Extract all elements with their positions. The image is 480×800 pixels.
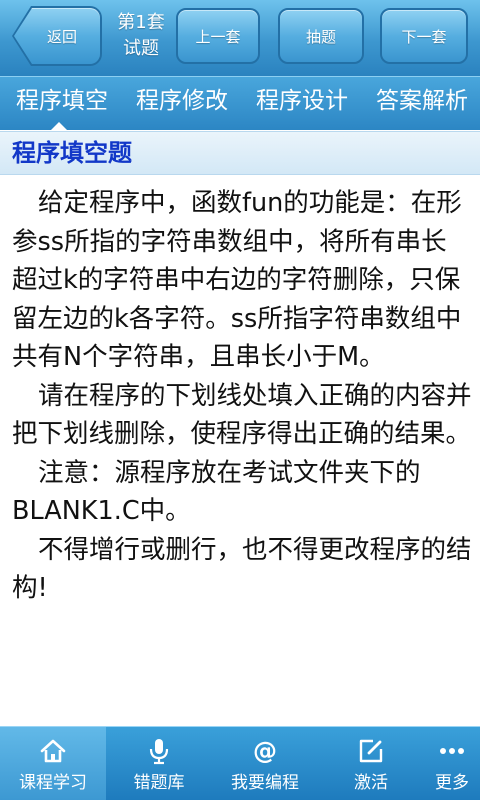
nav-course-study-label: 课程学习 [19,773,87,793]
nav-more[interactable]: 更多 [424,727,480,800]
bottom-navigation: 课程学习 错题库 @ 我要编程 激活 更多 [0,726,480,800]
nav-programming[interactable]: @ 我要编程 [212,727,318,800]
more-dots-icon [437,737,467,765]
home-icon [38,737,68,765]
next-set-button[interactable]: 下一套 [380,8,468,64]
svg-text:@: @ [253,737,277,765]
nav-more-label: 更多 [435,773,469,793]
tab-bar: 程序填空 程序修改 程序设计 答案解析 [0,76,480,130]
back-button[interactable]: 返回 [14,8,100,64]
previous-set-button[interactable]: 上一套 [176,8,260,64]
nav-activate-label: 激活 [354,773,388,793]
draw-question-button[interactable]: 抽题 [278,8,364,64]
question-set-number: 第1套 [117,12,165,33]
next-set-label: 下一套 [401,27,447,46]
question-content: 给定程序中，函数fun的功能是：在形参ss所指的字符串数组中，将所有串长超过k的… [12,184,472,714]
nav-activate[interactable]: 激活 [318,727,424,800]
tab-design-program[interactable]: 程序设计 [246,77,358,129]
question-paragraph: 请在程序的下划线处填入正确的内容并把下划线删除，使程序得出正确的结果。 [12,380,472,450]
previous-set-label: 上一套 [195,27,241,46]
tab-modify-program[interactable]: 程序修改 [126,77,238,129]
nav-wrong-questions[interactable]: 错题库 [106,727,212,800]
active-tab-indicator [50,122,68,131]
edit-icon [356,737,386,765]
back-button-label: 返回 [46,27,77,46]
nav-programming-label: 我要编程 [231,773,299,793]
nav-course-study[interactable]: 课程学习 [0,727,106,800]
top-toolbar: 返回 第1套 试题 上一套 抽题 下一套 [0,0,480,76]
section-header: 程序填空题 [0,131,480,175]
question-set-label: 第1套 试题 [106,8,176,64]
at-sign-icon: @ [250,737,280,765]
microphone-icon [144,737,174,765]
section-title: 程序填空题 [12,139,132,167]
tab-answer-analysis[interactable]: 答案解析 [366,77,478,129]
question-paragraph: 不得增行或删行，也不得更改程序的结构! [12,534,472,604]
question-paragraph: 注意：源程序放在考试文件夹下的BLANK1.C中。 [12,457,421,527]
nav-wrong-questions-label: 错题库 [133,773,185,793]
question-set-suffix: 试题 [123,38,159,59]
draw-question-label: 抽题 [305,27,336,46]
question-paragraph: 给定程序中，函数fun的功能是：在形参ss所指的字符串数组中，将所有串长超过k的… [12,188,462,372]
